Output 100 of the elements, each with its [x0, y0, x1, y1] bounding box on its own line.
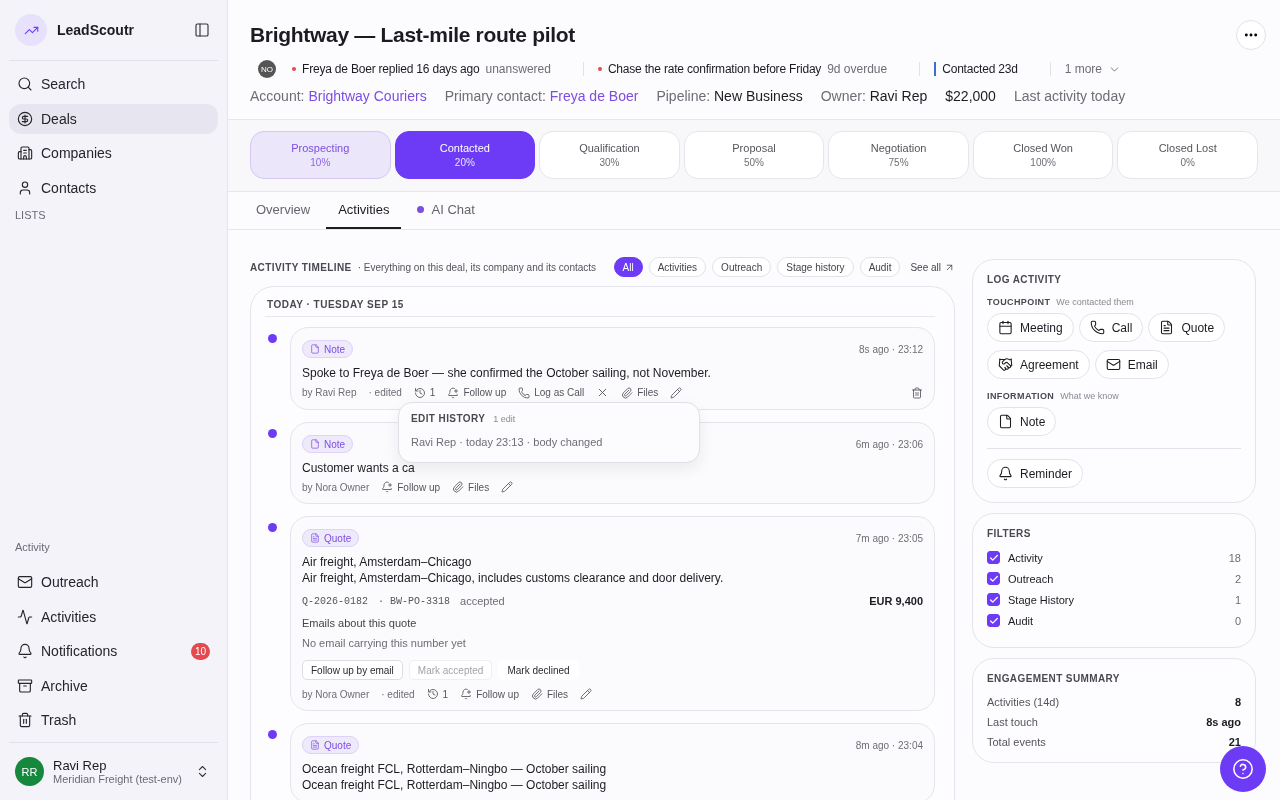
files-button[interactable]: Files [621, 386, 659, 399]
quote-action-button[interactable]: Follow up by email [302, 660, 403, 680]
nav-item[interactable]: Notifications 10 [9, 636, 218, 667]
nav-item[interactable]: Companies [9, 138, 218, 169]
follow-up-button[interactable]: Follow up [447, 386, 507, 399]
filter-chip[interactable]: All [613, 257, 643, 277]
edit-button[interactable] [670, 386, 683, 399]
activity-body: Ocean freight FCL, Rotterdam–Ningbo — October sailing [302, 778, 608, 792]
panel-icon [194, 22, 210, 38]
summary-value: 21 [1228, 736, 1241, 748]
trash-icon [17, 712, 33, 729]
log-button[interactable]: Email [1094, 350, 1169, 379]
edited-label: · edited [381, 688, 415, 700]
more-signals-button[interactable]: 1 more [1049, 62, 1122, 76]
stage-button[interactable]: Qualification 30% [539, 131, 680, 179]
mail-icon [1105, 357, 1121, 372]
tab[interactable]: Overview [244, 192, 323, 229]
fact-label: Owner: [820, 88, 866, 104]
filter-count: 2 [1234, 572, 1241, 585]
reminder-button[interactable]: Reminder [987, 459, 1084, 488]
tab[interactable]: Activities [326, 192, 402, 229]
edit-history-button[interactable]: 1 [426, 688, 449, 700]
history-icon [413, 386, 426, 399]
sidebar-toggle-button[interactable] [192, 20, 212, 40]
quote-action-button[interactable]: Mark declined [498, 660, 579, 680]
checkbox[interactable] [987, 593, 1000, 606]
nav-item[interactable]: Contacts [9, 172, 218, 203]
stage-button[interactable]: Negotiation 75% [828, 131, 969, 179]
log-as-call-button[interactable]: Log as Call [518, 386, 585, 399]
nav-item[interactable]: Outreach [9, 567, 218, 598]
file-icon [310, 344, 320, 354]
filter-chip[interactable]: Stage history [777, 257, 854, 277]
paperclip-icon [452, 481, 465, 493]
quote-status: accepted [460, 595, 505, 607]
stage-button[interactable]: Prospecting 10% [250, 131, 391, 179]
mail-icon [17, 574, 33, 591]
files-button[interactable]: Files [452, 481, 490, 493]
nav-item[interactable]: Trash [9, 705, 218, 736]
brand-name: LeadScoutr [57, 22, 135, 38]
fact-link[interactable]: Brightway Couriers [308, 88, 427, 104]
history-icon [426, 688, 439, 700]
stage-button[interactable]: Closed Lost 0% [1117, 131, 1258, 179]
filter-count: 1 [1234, 593, 1241, 606]
nav-item[interactable]: Search [9, 69, 218, 99]
building-icon [17, 145, 33, 162]
checkbox[interactable] [987, 572, 1000, 585]
log-button[interactable]: Note [987, 407, 1057, 436]
files-button[interactable]: Files [531, 688, 569, 700]
fact-link[interactable]: Freya de Boer [549, 88, 639, 104]
log-button[interactable]: Quote [1148, 313, 1226, 342]
author: by Nora Owner [302, 481, 370, 493]
stage-button[interactable]: Proposal 50% [683, 131, 825, 179]
filter-label: Activity [1008, 551, 1044, 564]
author: by Ravi Rep [302, 387, 357, 398]
help-button[interactable] [1220, 746, 1266, 792]
type-tag: Quote [302, 529, 360, 547]
document-icon [310, 740, 320, 750]
user-icon [17, 179, 33, 196]
section-subtitle: · Everything on this deal, its company and its contacts [357, 261, 598, 273]
log-button[interactable]: Call [1078, 313, 1144, 342]
timeline-dot [268, 730, 277, 739]
pencil-icon [670, 386, 683, 399]
filter-count: 0 [1234, 614, 1241, 627]
date-heading: TODAY · TUESDAY SEP 15 [265, 299, 935, 317]
summary-value: 8 [1234, 696, 1241, 708]
help-icon [1232, 758, 1254, 780]
follow-up-button[interactable]: Follow up [381, 481, 441, 493]
see-all-link[interactable]: See all [906, 261, 955, 273]
stage-button[interactable]: Contacted 20% [394, 131, 536, 179]
summary-label: Activities (14d) [987, 696, 1060, 708]
pencil-icon [580, 688, 593, 700]
filter-chip[interactable]: Activities [648, 257, 707, 277]
tab[interactable]: AI Chat [405, 192, 487, 229]
section-label: LISTS [14, 208, 47, 222]
log-button[interactable]: Meeting [987, 313, 1074, 342]
edited-label: · edited [368, 387, 402, 398]
delete-button[interactable] [911, 386, 923, 399]
nav-item[interactable]: Archive [9, 670, 218, 701]
log-button[interactable]: Agreement [987, 350, 1090, 379]
filter-chip[interactable]: Audit [859, 257, 901, 277]
type-tag: Note [302, 340, 354, 358]
edit-history-button[interactable]: 1 [413, 386, 436, 399]
stage-button[interactable]: Closed Won 100% [972, 131, 1114, 179]
follow-up-button[interactable]: Follow up [460, 688, 519, 700]
nav-item[interactable]: Deals [9, 103, 218, 134]
edit-button[interactable] [501, 481, 514, 493]
checkbox[interactable] [987, 551, 1000, 564]
history-line: Ravi Rep · today 23:13 · body changed [411, 436, 604, 448]
filter-chip[interactable]: Outreach [712, 257, 772, 277]
activity-body: Spoke to Freya de Boer — she confirmed the October sailing, not November. [302, 366, 712, 380]
bell-icon [998, 466, 1013, 481]
nav-item[interactable]: Activities [9, 601, 218, 632]
checkbox[interactable] [987, 614, 1000, 627]
file-icon [310, 439, 320, 449]
bell-plus-icon [381, 481, 394, 493]
phone-icon [1089, 320, 1105, 335]
signal-text: Contacted 23d [942, 62, 1018, 76]
edit-button[interactable] [580, 688, 593, 700]
type-tag: Quote [302, 736, 360, 754]
more-button[interactable] [1236, 20, 1266, 50]
